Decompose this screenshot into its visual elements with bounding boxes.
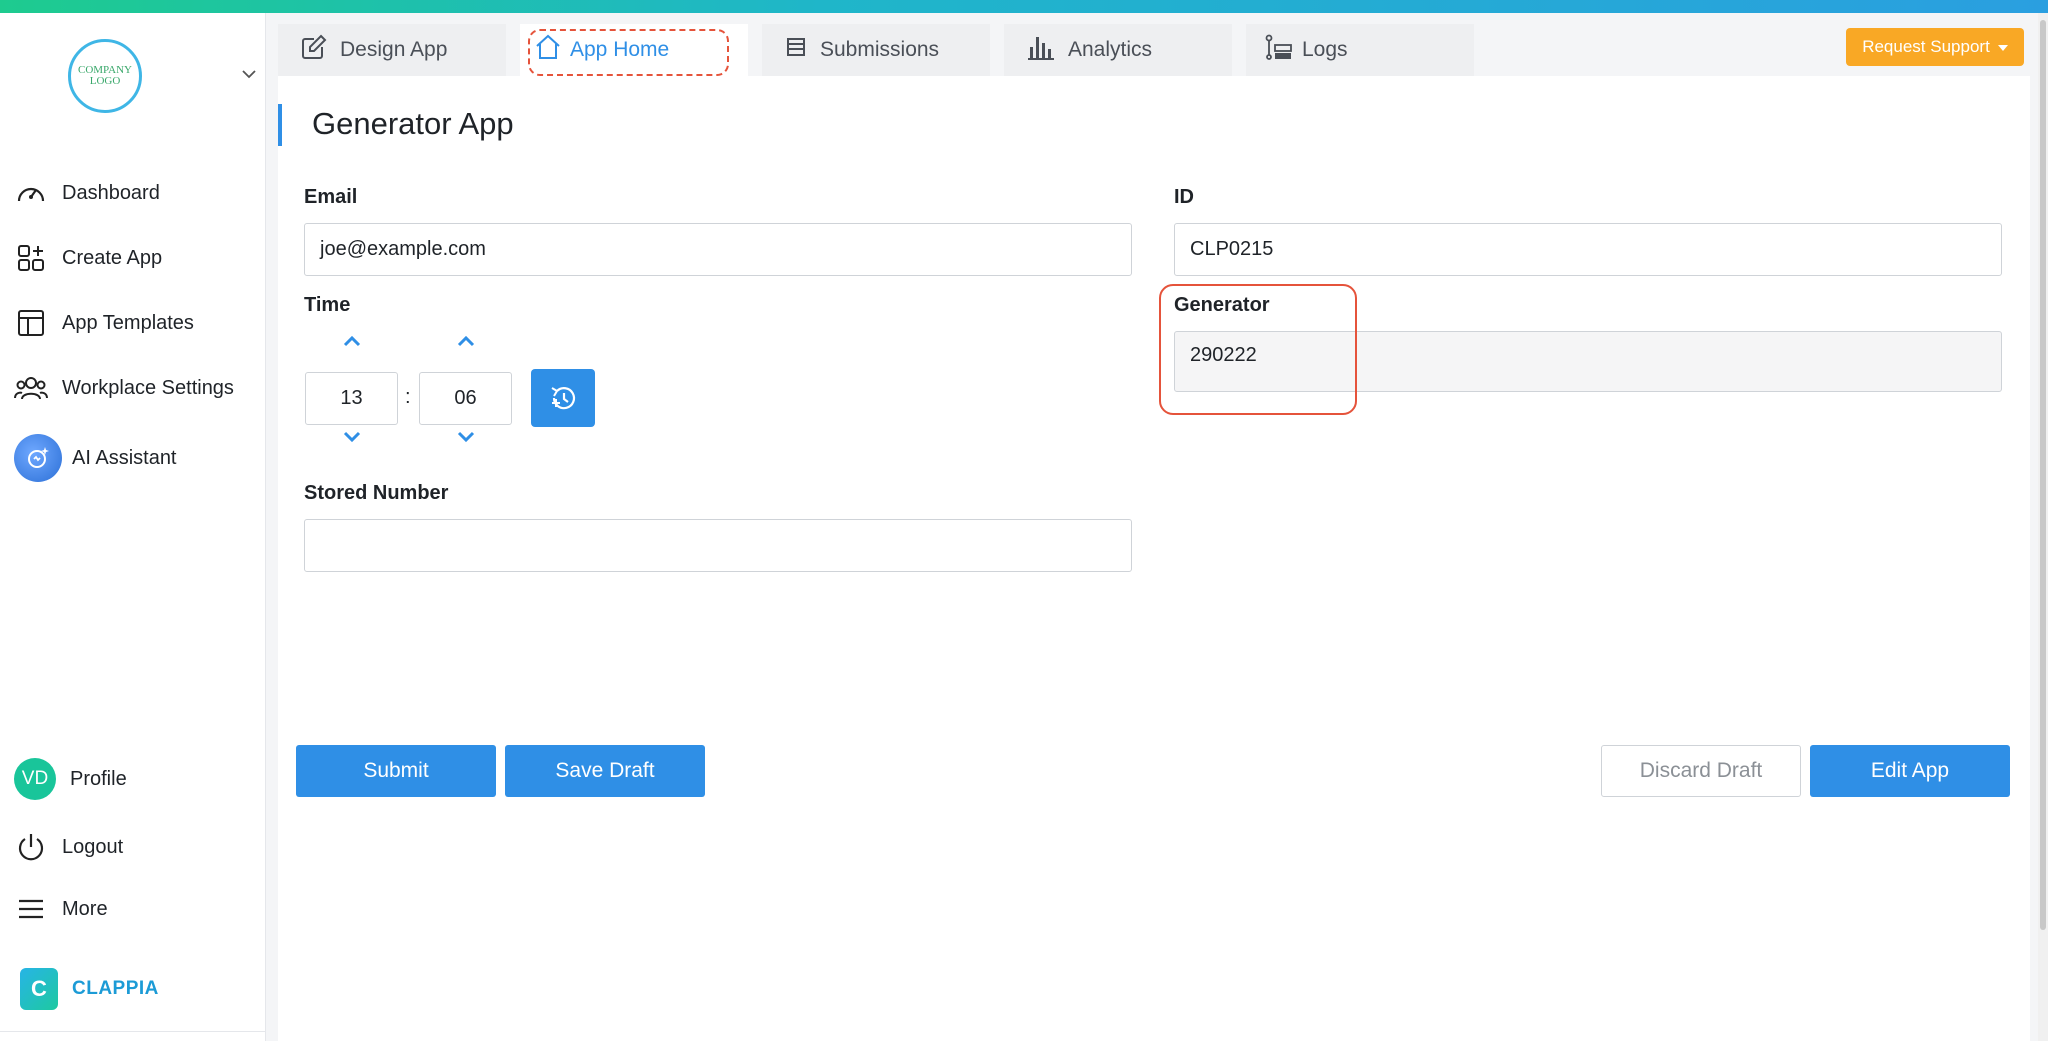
hours-decrement-icon[interactable] bbox=[340, 428, 364, 446]
divider bbox=[0, 1031, 266, 1032]
stored-number-label: Stored Number bbox=[304, 482, 449, 504]
tab-label: Design App bbox=[340, 38, 448, 61]
top-gradient-bar bbox=[0, 0, 2048, 13]
tab-submissions[interactable]: Submissions bbox=[762, 24, 990, 76]
tab-app-home[interactable]: App Home bbox=[520, 24, 748, 76]
generator-label: Generator bbox=[1174, 294, 1270, 316]
email-field[interactable]: joe@example.com bbox=[304, 223, 1132, 276]
caret-down-icon bbox=[1997, 37, 2008, 57]
sidebar-item-logout[interactable]: Logout bbox=[14, 827, 123, 867]
time-separator: : bbox=[405, 386, 411, 408]
users-icon bbox=[14, 371, 48, 405]
minutes-decrement-icon[interactable] bbox=[454, 428, 478, 446]
submit-button[interactable]: Submit bbox=[296, 745, 496, 797]
sidebar-item-label: More bbox=[62, 897, 108, 920]
logs-icon bbox=[1264, 33, 1294, 67]
minutes-input[interactable]: 06 bbox=[419, 372, 512, 425]
layout-icon bbox=[14, 306, 48, 340]
menu-icon bbox=[14, 892, 48, 926]
tab-analytics[interactable]: Analytics bbox=[1004, 24, 1232, 76]
tab-logs[interactable]: Logs bbox=[1246, 24, 1474, 76]
stored-number-field[interactable] bbox=[304, 519, 1132, 572]
sidebar-item-dashboard[interactable]: Dashboard bbox=[14, 173, 160, 213]
logo-text: COMPANY LOGO bbox=[77, 64, 132, 87]
sidebar-item-profile[interactable]: VD Profile bbox=[14, 758, 127, 800]
minutes-increment-icon[interactable] bbox=[454, 332, 478, 350]
discard-draft-button[interactable]: Discard Draft bbox=[1601, 745, 1801, 797]
ai-assistant-icon bbox=[14, 434, 62, 482]
time-label: Time bbox=[304, 294, 351, 316]
sidebar-item-label: Profile bbox=[70, 767, 127, 790]
sidebar-item-label: Create App bbox=[62, 246, 163, 269]
main-panel: Generator App Email joe@example.com ID C… bbox=[278, 76, 2030, 1041]
avatar: VD bbox=[14, 758, 56, 800]
title-accent-bar bbox=[278, 104, 282, 146]
sidebar-item-ai-assistant[interactable]: AI Assistant bbox=[14, 434, 177, 482]
edit-icon bbox=[300, 33, 328, 67]
sidebar: COMPANY LOGO Dashboard Create App App Te… bbox=[0, 13, 266, 1041]
gauge-icon bbox=[14, 176, 48, 210]
sidebar-item-label: Logout bbox=[62, 835, 124, 858]
tab-design-app[interactable]: Design App bbox=[278, 24, 506, 76]
sidebar-item-app-templates[interactable]: App Templates bbox=[14, 303, 194, 343]
sidebar-item-create-app[interactable]: Create App bbox=[14, 238, 162, 278]
sidebar-item-label: Dashboard bbox=[62, 181, 160, 204]
tab-label: Analytics bbox=[1068, 38, 1153, 61]
edit-app-button[interactable]: Edit App bbox=[1810, 745, 2010, 797]
sidebar-item-workplace-settings[interactable]: Workplace Settings bbox=[14, 368, 234, 408]
id-label: ID bbox=[1174, 186, 1194, 208]
chevron-down-icon[interactable] bbox=[240, 65, 258, 83]
save-draft-button[interactable]: Save Draft bbox=[505, 745, 705, 797]
email-label: Email bbox=[304, 186, 358, 208]
generator-field: 290222 bbox=[1174, 331, 2002, 392]
brand: C CLAPPIA bbox=[20, 968, 159, 1010]
sidebar-item-label: AI Assistant bbox=[72, 446, 177, 469]
tab-label: Submissions bbox=[820, 38, 940, 61]
clappia-logo-icon: C bbox=[20, 968, 58, 1010]
tab-label: Logs bbox=[1302, 38, 1348, 61]
set-current-time-button[interactable] bbox=[531, 369, 595, 427]
sidebar-item-more[interactable]: More bbox=[14, 889, 108, 929]
grid-plus-icon bbox=[14, 241, 48, 275]
brand-name: CLAPPIA bbox=[72, 978, 159, 999]
bar-chart-icon bbox=[1026, 33, 1056, 67]
sidebar-item-label: App Templates bbox=[62, 311, 194, 334]
id-field[interactable]: CLP0215 bbox=[1174, 223, 2002, 276]
hours-increment-icon[interactable] bbox=[340, 332, 364, 350]
list-icon bbox=[784, 35, 808, 65]
request-support-button[interactable]: Request Support bbox=[1846, 28, 2024, 66]
scrollbar-thumb[interactable] bbox=[2040, 20, 2046, 930]
power-icon bbox=[14, 830, 48, 864]
sidebar-item-label: Workplace Settings bbox=[62, 376, 234, 399]
button-label: Request Support bbox=[1862, 37, 1990, 56]
tab-label: App Home bbox=[570, 38, 670, 61]
hours-input[interactable]: 13 bbox=[305, 372, 398, 425]
page-title: Generator App bbox=[312, 106, 514, 141]
clock-history-icon bbox=[551, 387, 576, 410]
home-icon bbox=[534, 33, 562, 67]
company-logo[interactable]: COMPANY LOGO bbox=[68, 39, 142, 113]
